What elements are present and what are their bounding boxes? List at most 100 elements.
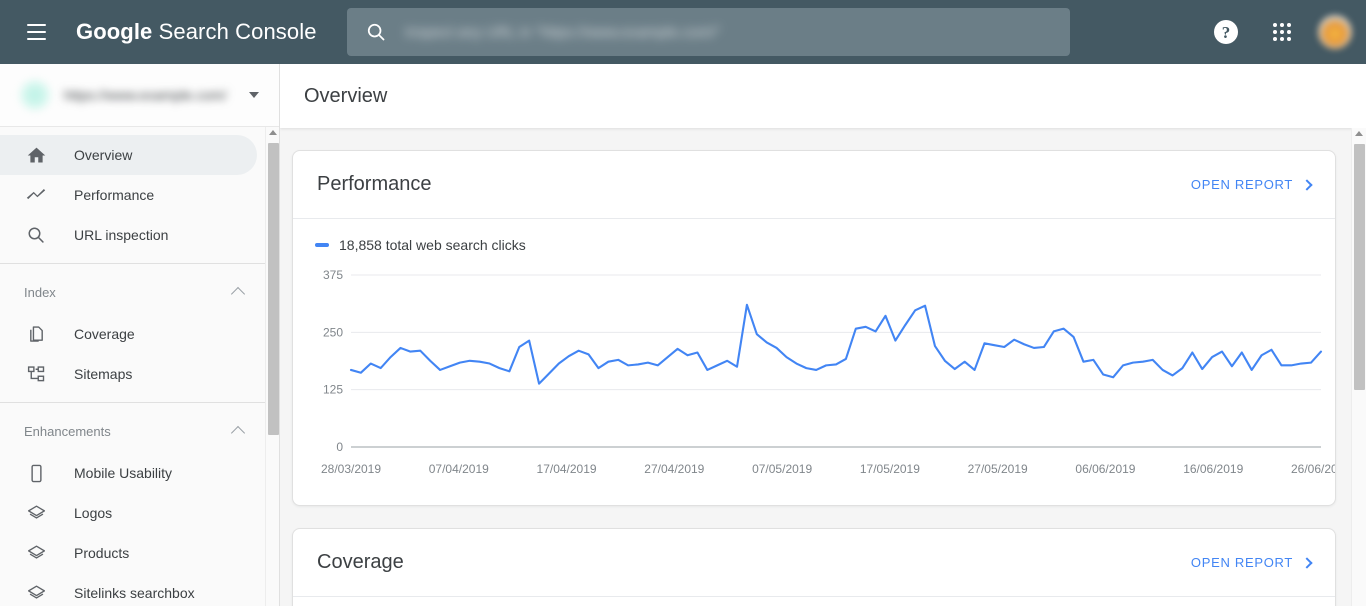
sidebar-item-label: Sitemaps <box>74 366 133 382</box>
chevron-up-icon <box>230 286 246 301</box>
sidebar-section-label: Enhancements <box>24 423 111 439</box>
sidebar-item-mobile-usability[interactable]: Mobile Usability <box>0 453 257 493</box>
y-tick-label: 125 <box>323 383 343 397</box>
open-report-link-performance[interactable]: OPEN REPORT <box>1190 177 1313 192</box>
sidebar-item-label: Products <box>74 545 130 561</box>
legend-label: 18,858 total web search clicks <box>339 237 526 253</box>
sidebar-item-performance[interactable]: Performance <box>0 175 257 215</box>
x-tick-label: 17/04/2019 <box>537 462 597 476</box>
y-tick-label: 250 <box>323 325 343 339</box>
sidebar-divider <box>0 263 265 264</box>
help-button[interactable]: ? <box>1206 12 1246 52</box>
chevron-right-icon <box>1301 178 1313 191</box>
property-avatar-icon <box>20 80 50 110</box>
sidebar-divider <box>0 402 265 403</box>
sidebar-item-label: Overview <box>74 147 133 163</box>
performance-card-title: Performance <box>317 173 432 195</box>
layers-icon <box>24 501 48 525</box>
layers-icon <box>24 581 48 605</box>
property-name: https://www.example.com/ <box>64 87 227 103</box>
sidebar-section-label: Index <box>24 284 56 300</box>
x-tick-label: 17/05/2019 <box>860 462 920 476</box>
search-icon <box>24 223 48 247</box>
coverage-card-title: Coverage <box>317 551 404 573</box>
home-icon <box>24 143 48 167</box>
hamburger-menu-icon[interactable] <box>12 8 60 56</box>
chevron-down-icon <box>249 92 259 98</box>
cards-container: Performance OPEN REPORT 18,858 total web… <box>280 128 1366 606</box>
brand-google: Google <box>76 19 153 44</box>
app-bar: Google Search Console Inspect any URL in… <box>0 0 1366 64</box>
sidebar-scrollbar[interactable] <box>265 127 279 606</box>
main-scrollbar[interactable] <box>1351 128 1366 606</box>
app-logo[interactable]: Google Search Console <box>76 19 317 45</box>
sidebar: https://www.example.com/ Overview Perfor… <box>0 64 280 606</box>
main-content: Overview Performance OPEN REPORT 18,858 … <box>280 64 1366 606</box>
hamburger-line <box>26 24 46 26</box>
sidebar-item-coverage[interactable]: Coverage <box>0 314 257 354</box>
sidebar-item-url-inspection[interactable]: URL inspection <box>0 215 257 255</box>
legend-swatch <box>315 243 329 247</box>
open-report-link-coverage[interactable]: OPEN REPORT <box>1190 555 1313 570</box>
layers-icon <box>24 541 48 565</box>
y-tick-label: 375 <box>323 268 343 282</box>
coverage-card-body <box>293 597 1335 606</box>
apps-grid-icon <box>1273 23 1291 41</box>
sidebar-item-overview[interactable]: Overview <box>0 135 257 175</box>
page-title: Overview <box>304 84 388 107</box>
sidebar-item-sitelinks-searchbox[interactable]: Sitelinks searchbox <box>0 573 257 606</box>
x-tick-label: 27/05/2019 <box>968 462 1028 476</box>
mobile-phone-icon <box>24 461 48 485</box>
chart-legend: 18,858 total web search clicks <box>315 237 1311 253</box>
chevron-right-icon <box>1301 556 1313 569</box>
search-input-value: Inspect any URL in "https://www.example.… <box>405 23 721 41</box>
sidebar-item-label: URL inspection <box>74 227 169 243</box>
brand-search-console: Search Console <box>152 19 317 44</box>
sidebar-item-label: Sitelinks searchbox <box>74 585 195 601</box>
sidebar-nav: Overview Performance URL inspection Inde… <box>0 127 279 606</box>
sidebar-section-enhancements[interactable]: Enhancements <box>0 409 265 453</box>
pages-icon <box>24 322 48 346</box>
x-tick-label: 16/06/2019 <box>1183 462 1243 476</box>
coverage-card: Coverage OPEN REPORT <box>292 528 1336 606</box>
search-icon <box>365 21 387 43</box>
performance-line-chart[interactable]: 0 125 250 375 28/03/2019 07/04/2019 17/04/2019… <box>315 265 1335 493</box>
sidebar-item-label: Logos <box>74 505 113 521</box>
x-tick-label: 06/06/2019 <box>1075 462 1135 476</box>
open-report-label: OPEN REPORT <box>1190 555 1293 570</box>
x-tick-label: 07/04/2019 <box>429 462 489 476</box>
scroll-up-arrow-icon[interactable] <box>269 130 277 135</box>
performance-card: Performance OPEN REPORT 18,858 total web… <box>292 150 1336 506</box>
property-selector[interactable]: https://www.example.com/ <box>0 64 279 127</box>
sidebar-section-index[interactable]: Index <box>0 270 265 314</box>
sidebar-item-products[interactable]: Products <box>0 533 257 573</box>
performance-card-header: Performance OPEN REPORT <box>293 151 1335 219</box>
search-input[interactable]: Inspect any URL in "https://www.example.… <box>347 8 1070 56</box>
performance-card-body: 18,858 total web search clicks 0 125 250 37… <box>293 219 1335 505</box>
appbar-actions: ? <box>1206 0 1352 64</box>
hamburger-line <box>26 31 46 33</box>
scroll-up-arrow-icon[interactable] <box>1355 131 1363 136</box>
open-report-label: OPEN REPORT <box>1190 177 1293 192</box>
google-apps-button[interactable] <box>1262 12 1302 52</box>
main-scrollbar-thumb[interactable] <box>1354 144 1365 390</box>
sidebar-item-label: Mobile Usability <box>74 465 173 481</box>
sidebar-item-logos[interactable]: Logos <box>0 493 257 533</box>
sidebar-scrollbar-thumb[interactable] <box>268 143 279 435</box>
sitemap-icon <box>24 362 48 386</box>
sidebar-item-label: Coverage <box>74 326 135 342</box>
x-tick-label: 28/03/2019 <box>321 462 381 476</box>
x-tick-label: 07/05/2019 <box>752 462 812 476</box>
help-icon: ? <box>1214 20 1238 44</box>
page-header: Overview <box>280 64 1366 128</box>
sidebar-item-sitemaps[interactable]: Sitemaps <box>0 354 257 394</box>
trending-up-icon <box>24 183 48 207</box>
coverage-card-header: Coverage OPEN REPORT <box>293 529 1335 597</box>
chevron-up-icon <box>230 425 246 440</box>
sidebar-item-label: Performance <box>74 187 155 203</box>
x-tick-label: 26/06/2019 <box>1291 462 1335 476</box>
avatar[interactable] <box>1318 15 1352 49</box>
chart-line-series <box>349 303 1323 385</box>
performance-chart[interactable]: 0 125 250 375 28/03/2019 07/04/2019 17/04/2019… <box>315 265 1335 495</box>
hamburger-line <box>26 38 46 40</box>
